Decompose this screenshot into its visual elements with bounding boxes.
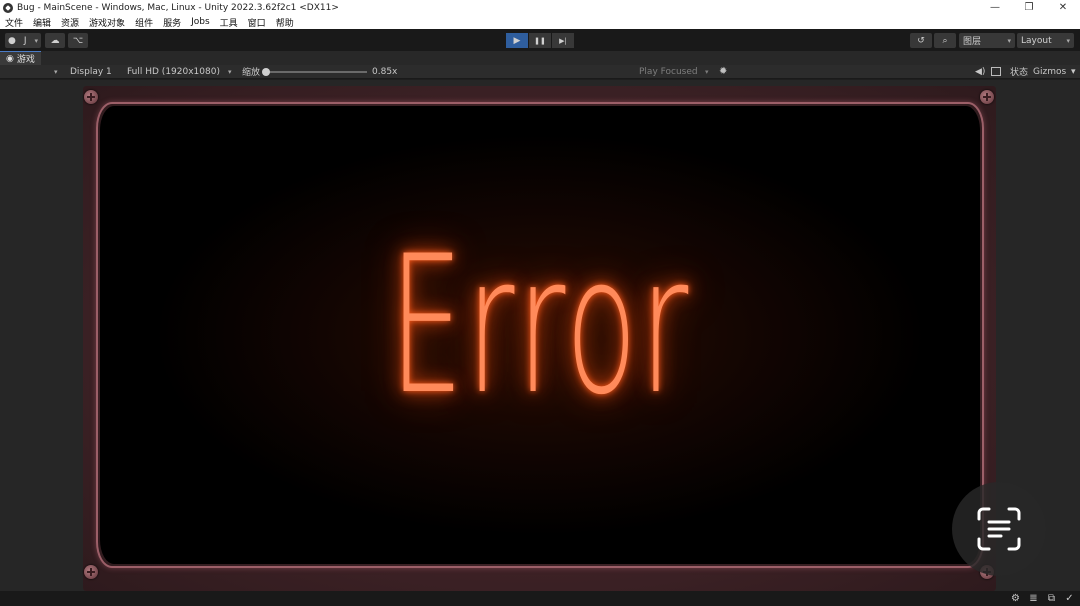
- stats-button[interactable]: 状态: [1010, 65, 1028, 78]
- screw-icon: [980, 90, 994, 104]
- menu-window[interactable]: 窗口: [248, 16, 266, 29]
- gizmos-dropdown[interactable]: ▾: [1071, 65, 1076, 78]
- tab-game-label: 游戏: [16, 55, 35, 65]
- minimize-button[interactable]: —: [978, 0, 1012, 15]
- search-button[interactable]: ⌕: [934, 33, 956, 48]
- monitor-frame: Error: [83, 86, 996, 591]
- layers-label: 图层: [963, 37, 982, 47]
- menu-component[interactable]: 组件: [135, 16, 153, 29]
- play-mode-dropdown[interactable]: Play Focused: [639, 65, 698, 78]
- window-controls: — ❐ ✕: [978, 0, 1080, 15]
- window-title: Bug - MainScene - Windows, Mac, Linux - …: [17, 2, 339, 13]
- error-message: Error: [389, 215, 691, 436]
- close-button[interactable]: ✕: [1046, 0, 1080, 15]
- unity-logo-icon: [3, 2, 13, 13]
- main-toolbar: ● J ▾ ☁ ⌥ ▶ ❚❚ ▶| ↺ ⌕ 图层 ▾ Layout ▾: [0, 29, 1080, 51]
- checkmark-icon[interactable]: ✓: [1064, 593, 1075, 604]
- tab-game[interactable]: ◉ 游戏: [0, 51, 41, 65]
- scale-slider-handle[interactable]: [262, 68, 270, 76]
- screw-icon: [84, 565, 98, 579]
- step-icon: ▶|: [559, 36, 567, 45]
- pause-button[interactable]: ❚❚: [529, 33, 551, 48]
- menu-help[interactable]: 帮助: [276, 16, 294, 29]
- scale-label: 缩放: [242, 68, 261, 78]
- menu-tools[interactable]: 工具: [220, 16, 238, 29]
- scale-value: 0.85x: [372, 66, 398, 77]
- menu-assets[interactable]: 资源: [61, 16, 79, 29]
- play-icon: ▶: [513, 35, 521, 46]
- display-dropdown[interactable]: Display 1: [70, 65, 112, 78]
- account-label: J: [23, 35, 27, 46]
- chevron-down-icon: ▾: [1066, 36, 1070, 45]
- layers-dropdown[interactable]: 图层 ▾: [959, 33, 1015, 48]
- pause-icon: ❚❚: [534, 36, 546, 45]
- cloud-button[interactable]: ☁: [45, 33, 65, 48]
- game-viewport[interactable]: Error: [0, 80, 1080, 591]
- search-icon: ⌕: [942, 35, 948, 46]
- collab-button[interactable]: ⌥: [68, 33, 88, 48]
- step-button[interactable]: ▶|: [552, 33, 574, 48]
- game-view-type-dropdown[interactable]: ▾: [54, 65, 58, 78]
- menu-jobs[interactable]: Jobs: [191, 17, 210, 27]
- layers-icon[interactable]: ⧉: [1046, 593, 1057, 604]
- chevron-down-icon: ▾: [34, 36, 38, 45]
- menu-services[interactable]: 服务: [163, 16, 181, 29]
- undo-history-button[interactable]: ↺: [910, 33, 932, 48]
- gizmos-button[interactable]: Gizmos: [1033, 65, 1066, 78]
- menu-file[interactable]: 文件: [5, 16, 23, 29]
- tab-bar: ◉ 游戏: [0, 51, 1080, 65]
- layout-label: Layout: [1021, 35, 1052, 46]
- collab-icon: ⌥: [72, 35, 84, 46]
- cloud-icon: ☁: [50, 35, 60, 46]
- menu-bar: 文件 编辑 资源 游戏对象 组件 服务 Jobs 工具 窗口 帮助: [0, 15, 1080, 29]
- chevron-down-icon: ▾: [1007, 36, 1011, 45]
- window-title-bar: Bug - MainScene - Windows, Mac, Linux - …: [0, 0, 1080, 15]
- audio-mute-icon[interactable]: ◀): [975, 65, 985, 78]
- scale-slider[interactable]: [265, 71, 367, 73]
- console-icon[interactable]: ≣: [1028, 593, 1039, 604]
- scan-text-icon: [977, 507, 1021, 551]
- chevron-down-icon: ▾: [705, 67, 709, 76]
- restore-button[interactable]: ❐: [1012, 0, 1046, 15]
- frame-debugger-icon[interactable]: [991, 65, 1001, 78]
- menu-edit[interactable]: 编辑: [33, 16, 51, 29]
- screw-icon: [84, 90, 98, 104]
- network-icon[interactable]: ⚙: [1010, 593, 1021, 604]
- monitor-screen: Error: [100, 106, 980, 564]
- account-icon: ●: [8, 35, 16, 46]
- bug-icon[interactable]: ✹: [719, 65, 727, 78]
- game-view-toolbar: ▾ Display 1 Full HD (1920x1080) ▾ 缩放 0.8…: [0, 65, 1080, 79]
- resolution-dropdown[interactable]: Full HD (1920x1080): [127, 65, 220, 78]
- scan-text-button[interactable]: [952, 482, 1046, 576]
- status-bar: ⚙ ≣ ⧉ ✓: [0, 591, 1080, 606]
- menu-gameobject[interactable]: 游戏对象: [89, 16, 125, 29]
- account-dropdown[interactable]: ● J ▾: [5, 33, 41, 48]
- playback-controls: ▶ ❚❚ ▶|: [506, 33, 575, 48]
- layout-dropdown[interactable]: Layout ▾: [1017, 33, 1074, 48]
- history-icon: ↺: [917, 35, 925, 46]
- play-button[interactable]: ▶: [506, 33, 528, 48]
- chevron-down-icon: ▾: [228, 67, 232, 76]
- eye-icon: ◉: [6, 53, 14, 64]
